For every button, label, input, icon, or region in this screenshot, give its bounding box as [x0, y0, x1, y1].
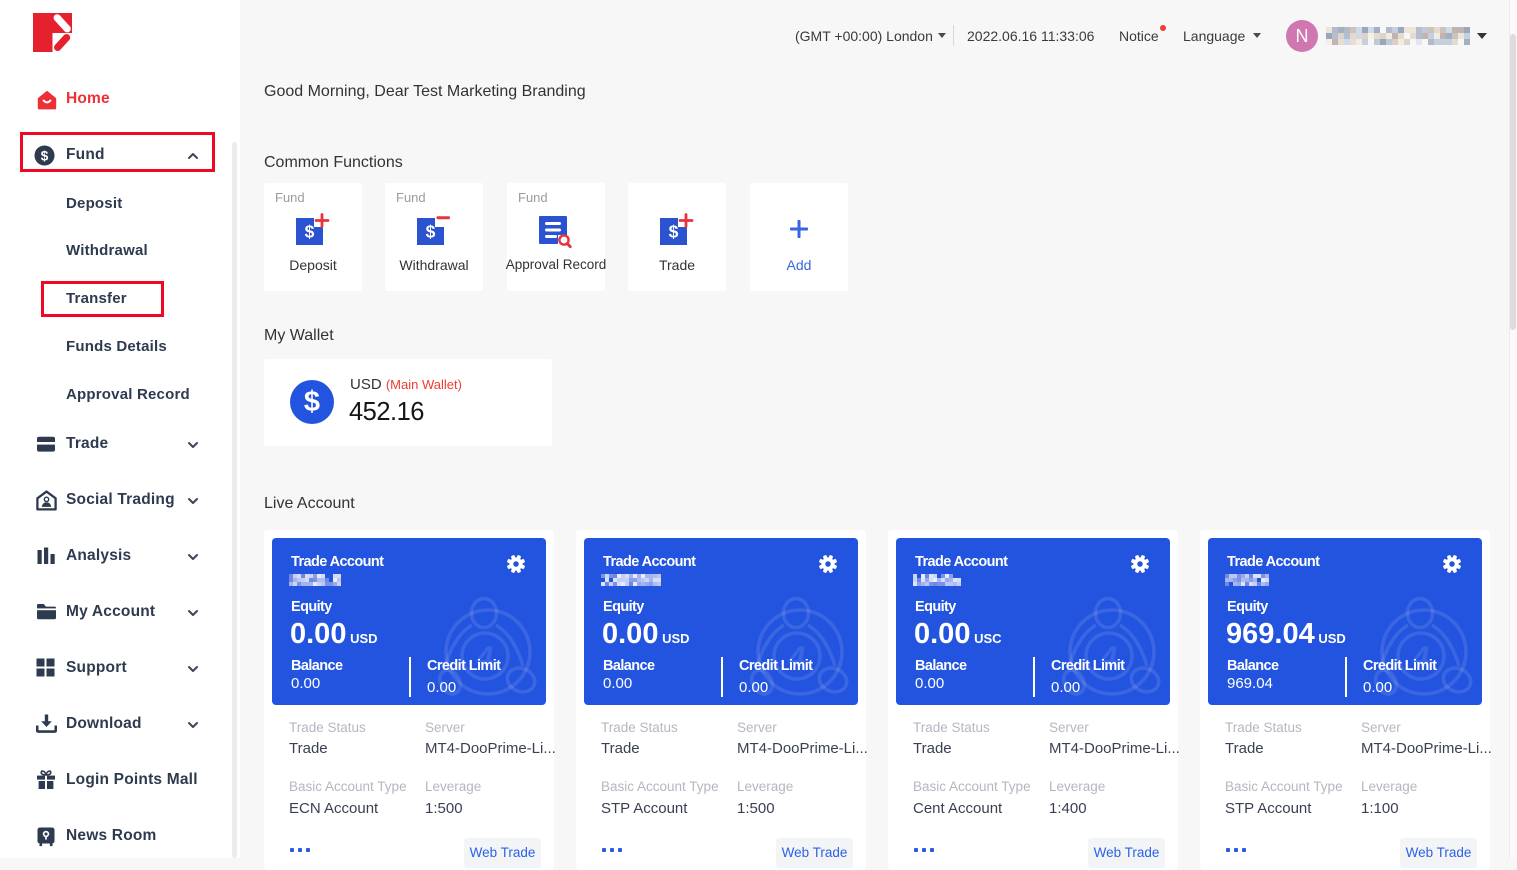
svg-text:$: $ [669, 222, 679, 242]
svg-text:$: $ [305, 222, 315, 242]
svg-text:$: $ [41, 149, 49, 164]
svg-text:$: $ [426, 222, 436, 242]
